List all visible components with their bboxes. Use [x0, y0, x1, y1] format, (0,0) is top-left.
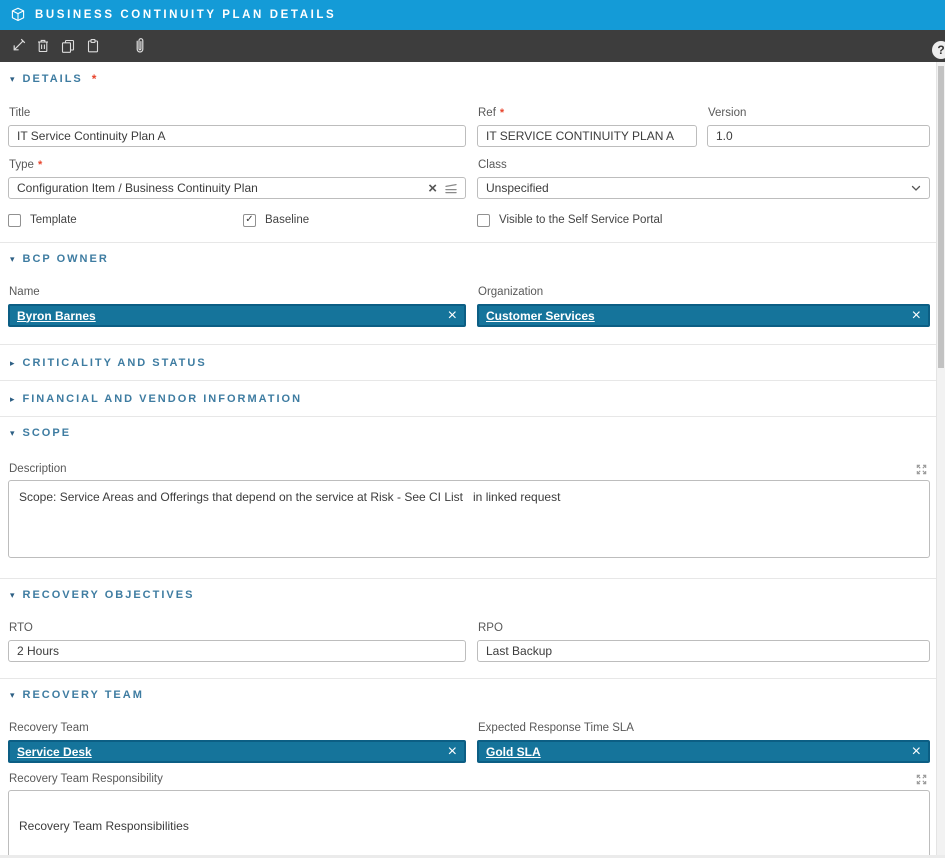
vertical-scrollbar-thumb[interactable]: [938, 66, 944, 368]
required-mark: *: [38, 159, 42, 171]
class-label: Class: [478, 159, 930, 173]
clear-icon[interactable]: ×: [428, 181, 437, 196]
section-title: RECOVERY TEAM: [23, 689, 144, 701]
template-checkbox-box[interactable]: ✓: [8, 214, 21, 227]
ref-input[interactable]: [477, 125, 697, 147]
chevron-down-icon: ▾: [10, 75, 15, 84]
baseline-checkbox[interactable]: ✓ Baseline: [243, 213, 477, 227]
responsibility-textarea[interactable]: Recovery Team Responsibilities: [8, 790, 930, 858]
bcp-owner-name-link[interactable]: Byron Barnes: [17, 309, 96, 323]
section-header-details[interactable]: ▾ DETAILS *: [8, 62, 930, 95]
paste-icon[interactable]: [81, 34, 105, 58]
title-label: Title: [9, 107, 466, 121]
expand-icon[interactable]: [915, 463, 928, 476]
section-title: CRITICALITY AND STATUS: [23, 357, 207, 369]
baseline-checkbox-label: Baseline: [265, 214, 309, 226]
section-title: RECOVERY OBJECTIVES: [23, 589, 195, 601]
template-checkbox[interactable]: ✓ Template: [8, 213, 243, 227]
clear-icon[interactable]: ×: [448, 744, 457, 760]
rto-label: RTO: [9, 622, 466, 636]
bcp-owner-name-field[interactable]: Byron Barnes ×: [8, 304, 466, 327]
type-input[interactable]: [8, 177, 466, 199]
clear-icon[interactable]: ×: [448, 308, 457, 324]
organization-field[interactable]: Customer Services ×: [477, 304, 930, 327]
version-input[interactable]: [707, 125, 930, 147]
chevron-down-icon: ▾: [10, 255, 15, 264]
expand-icon[interactable]: [915, 773, 928, 786]
check-icon: ✓: [245, 215, 253, 225]
template-checkbox-label: Template: [30, 214, 77, 226]
clear-icon[interactable]: ×: [912, 744, 921, 760]
response-time-sla-field[interactable]: Gold SLA ×: [477, 740, 930, 763]
rpo-input[interactable]: [477, 640, 930, 662]
title-input[interactable]: [8, 125, 466, 147]
section-title: DETAILS: [23, 73, 83, 85]
organization-link[interactable]: Customer Services: [486, 309, 595, 323]
section-title: SCOPE: [23, 427, 72, 439]
chevron-down-icon: [911, 185, 921, 192]
sla-label: Expected Response Time SLA: [478, 722, 930, 736]
browse-list-icon[interactable]: [444, 182, 458, 195]
section-header-bcp-owner[interactable]: ▾ BCP OWNER: [8, 243, 930, 274]
ssp-visible-checkbox[interactable]: ✓ Visible to the Self Service Portal: [477, 213, 662, 227]
class-select[interactable]: Unspecified: [477, 177, 930, 199]
required-mark: *: [92, 72, 97, 86]
name-label: Name: [9, 286, 466, 300]
chevron-down-icon: ▾: [10, 591, 15, 600]
sla-link[interactable]: Gold SLA: [486, 745, 541, 759]
responsibility-label: Recovery Team Responsibility: [9, 773, 163, 785]
clear-icon[interactable]: ×: [912, 308, 921, 324]
required-mark: *: [500, 107, 504, 119]
organization-label: Organization: [478, 286, 930, 300]
attachment-icon[interactable]: [128, 34, 152, 58]
section-header-criticality[interactable]: ▸ CRITICALITY AND STATUS: [8, 345, 930, 380]
vertical-scrollbar-track[interactable]: [936, 62, 945, 858]
ssp-visible-checkbox-box[interactable]: ✓: [477, 214, 490, 227]
recovery-team-label: Recovery Team: [9, 722, 466, 736]
ref-label: Ref*: [478, 107, 697, 121]
cube-icon: [10, 7, 26, 23]
chevron-right-icon: ▸: [10, 395, 15, 404]
section-header-scope[interactable]: ▾ SCOPE: [8, 417, 930, 448]
collapse-icon[interactable]: [6, 34, 30, 58]
type-label: Type*: [9, 159, 466, 173]
section-header-financial[interactable]: ▸ FINANCIAL AND VENDOR INFORMATION: [8, 381, 930, 416]
delete-icon[interactable]: [31, 34, 55, 58]
copy-icon[interactable]: [56, 34, 80, 58]
chevron-right-icon: ▸: [10, 359, 15, 368]
rpo-label: RPO: [478, 622, 930, 636]
page-title: BUSINESS CONTINUITY PLAN DETAILS: [35, 9, 336, 21]
version-label: Version: [708, 107, 930, 121]
toolbar: ?: [0, 30, 945, 62]
baseline-checkbox-box[interactable]: ✓: [243, 214, 256, 227]
recovery-team-field[interactable]: Service Desk ×: [8, 740, 466, 763]
chevron-down-icon: ▾: [10, 691, 15, 700]
ssp-visible-checkbox-label: Visible to the Self Service Portal: [499, 214, 662, 226]
description-label: Description: [9, 463, 67, 475]
rto-input[interactable]: [8, 640, 466, 662]
section-title: BCP OWNER: [23, 253, 109, 265]
section-header-recovery-team[interactable]: ▾ RECOVERY TEAM: [8, 679, 930, 710]
recovery-team-link[interactable]: Service Desk: [17, 745, 92, 759]
section-title: FINANCIAL AND VENDOR INFORMATION: [23, 393, 303, 405]
window-titlebar: BUSINESS CONTINUITY PLAN DETAILS: [0, 0, 945, 30]
class-selected-value: Unspecified: [486, 181, 911, 195]
help-icon[interactable]: ?: [932, 41, 945, 59]
chevron-down-icon: ▾: [10, 429, 15, 438]
description-textarea[interactable]: Scope: Service Areas and Offerings that …: [8, 480, 930, 558]
form-content: ▾ DETAILS * Title Ref* Version Type* ×: [0, 62, 937, 858]
section-header-recovery-objectives[interactable]: ▾ RECOVERY OBJECTIVES: [8, 579, 930, 610]
